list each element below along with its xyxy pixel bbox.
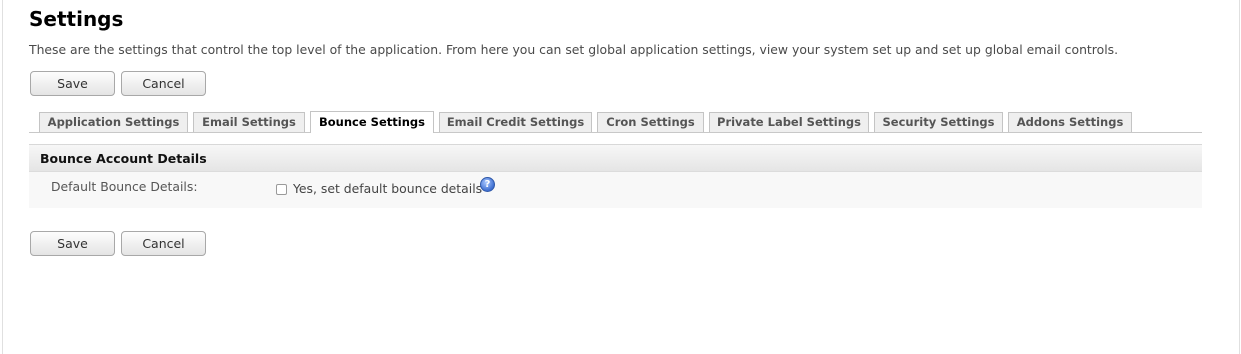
page-border-left [2,0,3,354]
tab-bounce-settings[interactable]: Bounce Settings [310,111,434,133]
default-bounce-checkbox[interactable] [276,184,287,195]
page-description: These are the settings that control the … [29,42,1119,57]
default-bounce-details-label: Default Bounce Details: [51,179,198,194]
settings-tabs: Application Settings Email Settings Boun… [29,111,1202,133]
cancel-button[interactable]: Cancel [121,71,206,96]
help-icon[interactable]: ? [480,177,495,192]
tab-email-settings[interactable]: Email Settings [193,112,305,132]
cancel-button[interactable]: Cancel [121,231,206,256]
save-button[interactable]: Save [30,231,115,256]
section-title: Bounce Account Details [40,151,207,166]
page-title: Settings [29,7,124,31]
page-border-right [1239,0,1240,354]
default-bounce-checkbox-label[interactable]: Yes, set default bounce details [293,181,482,196]
bounce-account-panel: Bounce Account Details Default Bounce De… [29,144,1202,208]
save-button[interactable]: Save [30,71,115,96]
section-header: Bounce Account Details [29,144,1202,172]
tab-private-label-settings[interactable]: Private Label Settings [709,112,869,132]
tab-security-settings[interactable]: Security Settings [874,112,1003,132]
tab-application-settings[interactable]: Application Settings [39,112,188,132]
tab-addons-settings[interactable]: Addons Settings [1008,112,1132,132]
tab-email-credit-settings[interactable]: Email Credit Settings [439,112,592,132]
tab-cron-settings[interactable]: Cron Settings [597,112,704,132]
